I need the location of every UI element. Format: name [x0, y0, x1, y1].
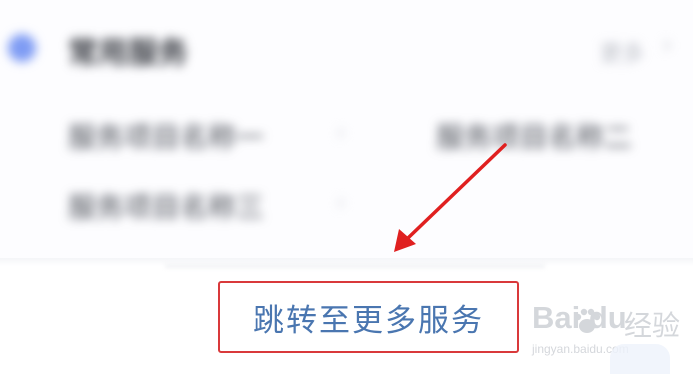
- watermark-logo: Bai du: [532, 300, 627, 335]
- chevron-right-icon: ›: [336, 188, 346, 216]
- jump-to-more-services-button[interactable]: 跳转至更多服务: [218, 281, 519, 353]
- chevron-right-icon: ›: [662, 30, 673, 60]
- service-avatar-icon: [8, 34, 36, 62]
- service-item[interactable]: 服务项目名称二: [436, 116, 632, 156]
- chevron-right-icon: ›: [336, 118, 346, 146]
- more-link[interactable]: 更多: [600, 36, 644, 68]
- services-card: 常用服务 更多 › 服务项目名称一 › 服务项目名称二 服务项目名称三 ›: [0, 0, 693, 258]
- card-bottom-edge: [165, 264, 545, 268]
- watermark-jingyan: 经验: [624, 309, 681, 342]
- paw-icon: [574, 308, 601, 333]
- service-item[interactable]: 服务项目名称一: [68, 116, 264, 156]
- jump-label: 跳转至更多服务: [253, 302, 484, 339]
- blurred-content: 常用服务 更多 › 服务项目名称一 › 服务项目名称二 服务项目名称三 ›: [0, 0, 693, 258]
- service-item[interactable]: 服务项目名称三: [68, 186, 264, 226]
- screenshot-page: 常用服务 更多 › 服务项目名称一 › 服务项目名称二 服务项目名称三 › 跳转…: [0, 0, 693, 374]
- card-title: 常用服务: [68, 36, 188, 71]
- corner-decoration: [610, 344, 670, 374]
